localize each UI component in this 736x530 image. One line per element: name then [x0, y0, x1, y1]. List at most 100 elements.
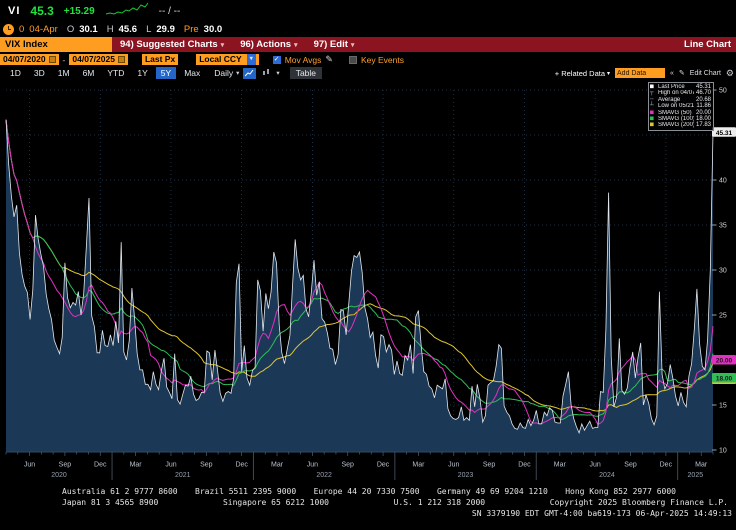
date-from-input[interactable]: 04/07/2020: [0, 54, 59, 65]
frequency-select[interactable]: Daily ▾: [214, 68, 239, 78]
table-button[interactable]: Table: [290, 67, 322, 79]
tab-1d[interactable]: 1D: [5, 67, 26, 79]
title-bar: VIX Index 94) Suggested Charts ▾ 96) Act…: [0, 37, 736, 52]
x-axis-year-label: 2022: [316, 472, 332, 479]
prev-value: 30.0: [204, 24, 223, 35]
menu-suggested-charts[interactable]: 94) Suggested Charts ▾: [120, 39, 224, 50]
price-change: +15.29: [64, 6, 95, 17]
open-label: O: [67, 24, 74, 35]
x-axis-label: Jun: [590, 462, 601, 469]
currency-value: Local CCY: [199, 54, 242, 65]
y-axis-label: 35: [719, 223, 727, 230]
x-axis-label: Dec: [94, 462, 107, 469]
screen-title: Line Chart: [684, 37, 731, 52]
x-axis-label: Mar: [554, 462, 567, 469]
footer-terminal-info: SN 3379190 EDT GMT-4:00 ba619-173 06-Apr…: [472, 509, 732, 518]
gear-icon[interactable]: ⚙: [726, 68, 734, 79]
collapse-panel-icon[interactable]: «: [670, 70, 674, 77]
x-axis-label: Mar: [412, 462, 425, 469]
footer-item: Japan 81 3 4565 8900: [62, 498, 158, 507]
quote-row: VI 45.3 +15.29 -- / --: [8, 2, 180, 20]
mov-avgs-checkbox[interactable]: ✓: [273, 56, 281, 64]
footer-item: U.S. 1 212 318 2000: [394, 498, 486, 507]
date-to-input[interactable]: 04/07/2025: [69, 54, 128, 65]
date-from-value: 04/07/2020: [3, 54, 46, 65]
tab-max[interactable]: Max: [179, 67, 205, 79]
footer-item: Europe 44 20 7330 7500: [314, 487, 420, 496]
menu-label: 96) Actions: [240, 39, 291, 50]
price-axis-badge-value: 18.00: [716, 376, 733, 383]
price-axis-badge-value: 20.00: [716, 358, 733, 365]
chart-toolbar: 04/07/2020 - 04/07/2025 Last Px Local CC…: [0, 53, 736, 66]
date-to-value: 04/07/2025: [72, 54, 115, 65]
x-axis-label: Mar: [130, 462, 143, 469]
price-axis-badge-value: 45.31: [716, 130, 733, 137]
tab-ytd[interactable]: YTD: [102, 67, 129, 79]
x-axis-label: Jun: [165, 462, 176, 469]
related-data-button[interactable]: + Related Data ▾: [555, 69, 610, 78]
mov-avgs-label[interactable]: Mov Avgs: [285, 55, 322, 65]
tab-3d[interactable]: 3D: [29, 67, 50, 79]
menu-bar: 94) Suggested Charts ▾ 96) Actions ▾ 97)…: [120, 37, 354, 52]
x-axis-label: Mar: [695, 462, 708, 469]
x-axis-year-label: 2021: [175, 472, 191, 479]
pencil-icon[interactable]: ✎: [325, 54, 333, 65]
x-axis-label: Dec: [518, 462, 531, 469]
footer-contact-line1: Australia 61 2 9777 8600 Brazil 5511 239…: [62, 487, 676, 496]
x-axis-label: Sep: [59, 462, 72, 469]
add-data-input[interactable]: [615, 68, 665, 78]
delayed-quote-icon: [3, 24, 14, 35]
chevron-down-icon: ▾: [236, 69, 239, 77]
key-events-label[interactable]: Key Events: [361, 55, 404, 65]
tab-6m[interactable]: 6M: [78, 67, 100, 79]
legend-row: ■ SMAVG (200) 17.83: [650, 122, 711, 128]
chevron-down-icon: ▾: [351, 41, 355, 49]
price-field-value: Last Px: [145, 54, 175, 65]
chart-legend: ■ Last Price 45.31 ┬ High on 04/07/20 46…: [648, 82, 714, 131]
tab-5y[interactable]: 5Y: [156, 67, 176, 79]
line-chart-mode-button[interactable]: [243, 68, 256, 79]
y-axis-label: 40: [719, 178, 727, 185]
period-bar: 1D 3D 1M 6M YTD 1Y 5Y Max Daily ▾ ▾ Tabl…: [0, 66, 736, 80]
security-field[interactable]: VIX Index: [0, 37, 112, 52]
y-axis-label: 15: [719, 403, 727, 410]
menu-label: 94) Suggested Charts: [120, 39, 218, 50]
footer-item: Singapore 65 6212 1000: [223, 498, 329, 507]
x-axis-year-label: 2024: [599, 472, 615, 479]
x-axis-label: Dec: [377, 462, 390, 469]
x-axis-label: Sep: [483, 462, 496, 469]
x-axis-label: Jun: [24, 462, 35, 469]
price-field-select[interactable]: Last Px: [142, 54, 178, 65]
x-axis-label: Jun: [307, 462, 318, 469]
footer-contact-line2: Japan 81 3 4565 8900 Singapore 65 6212 1…: [62, 498, 728, 507]
x-axis-label: Sep: [341, 462, 354, 469]
footer-item: Copyright 2025 Bloomberg Finance L.P.: [550, 498, 728, 507]
edit-chart-button[interactable]: Edit Chart: [690, 70, 721, 77]
pencil-icon[interactable]: ✎: [679, 69, 685, 77]
chevron-down-icon[interactable]: ▾: [276, 69, 279, 77]
calendar-icon: [49, 56, 56, 63]
tab-1y[interactable]: 1Y: [132, 67, 152, 79]
x-axis-label: Dec: [660, 462, 673, 469]
session-flag: 0: [19, 24, 24, 35]
footer-item: Australia 61 2 9777 8600: [62, 487, 178, 496]
chart-plot-area[interactable]: Jun Sep Dec Mar Jun Sep Dec Mar Jun Sep Dec Mar Jun S…: [0, 80, 736, 482]
ticker-symbol: VI: [8, 5, 20, 17]
menu-edit[interactable]: 97) Edit ▾: [314, 39, 355, 50]
footer-item: Germany 49 69 9204 1210: [437, 487, 548, 496]
key-events-checkbox[interactable]: [349, 56, 357, 64]
currency-select[interactable]: Local CCY ▾: [196, 54, 259, 65]
x-axis-label: Sep: [624, 462, 637, 469]
x-axis-label: Sep: [200, 462, 213, 469]
tab-1m[interactable]: 1M: [53, 67, 75, 79]
last-price: 45.3: [30, 4, 53, 18]
footer-item: Brazil 5511 2395 9000: [195, 487, 296, 496]
legend-label: SMAVG (200): [658, 122, 694, 128]
x-axis-label: Jun: [448, 462, 459, 469]
candle-chart-mode-button[interactable]: [260, 68, 273, 79]
footer-item: Hong Kong 852 2977 6000: [565, 487, 676, 496]
menu-actions[interactable]: 96) Actions ▾: [240, 39, 297, 50]
x-axis-year-label: 2025: [688, 472, 704, 479]
y-axis-label: 50: [719, 88, 727, 95]
legend-swatch: ■: [650, 122, 656, 128]
